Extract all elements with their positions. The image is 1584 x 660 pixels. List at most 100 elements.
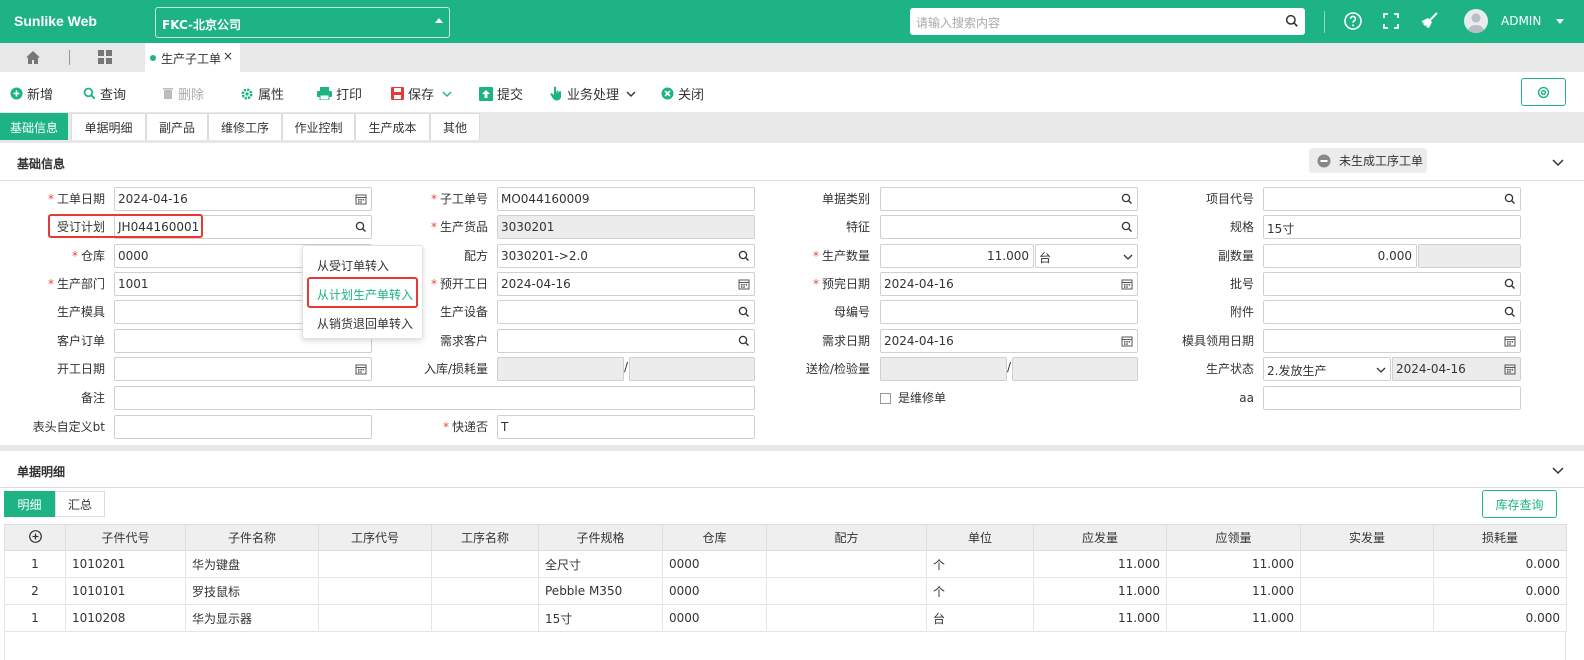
cell-code[interactable]: 1010201	[65, 550, 186, 578]
search-icon[interactable]	[1504, 278, 1516, 290]
cell-formula[interactable]	[766, 577, 927, 605]
demand-customer-field[interactable]	[497, 329, 755, 353]
cell-spec[interactable]: Pebble M350	[538, 577, 663, 605]
cell-op-code[interactable]	[318, 577, 432, 605]
cell-op-code[interactable]	[318, 604, 432, 632]
finish-plan-field[interactable]: 2024-04-16	[880, 272, 1138, 296]
is-repair-checkbox[interactable]	[880, 393, 891, 404]
formula-field[interactable]: 3030201->2.0	[497, 244, 755, 268]
cell-loss[interactable]: 0.000	[1433, 550, 1567, 578]
grid-icon[interactable]	[98, 50, 113, 65]
search-icon[interactable]	[1504, 306, 1516, 318]
order-date-field[interactable]: 2024-04-16	[114, 187, 372, 211]
cell-spec[interactable]: 15寸	[538, 604, 663, 632]
calendar-icon[interactable]	[355, 193, 367, 205]
user-name[interactable]: ADMIN	[1501, 14, 1541, 28]
mold-date-field[interactable]	[1263, 329, 1521, 353]
cell-should-issue[interactable]: 11.000	[1033, 577, 1167, 605]
new-button[interactable]: 新增	[10, 84, 53, 103]
tab-other[interactable]: 其他	[430, 113, 480, 140]
aa-field[interactable]	[1263, 386, 1521, 410]
tab-detail-list[interactable]: 明细	[4, 491, 55, 517]
product-field[interactable]: 3030201	[497, 215, 755, 239]
menu-item-from-return[interactable]: 从销货退回单转入	[317, 315, 413, 332]
cell-actual[interactable]	[1300, 604, 1434, 632]
query-button[interactable]: 查询	[83, 84, 126, 103]
tab-production-suborder[interactable]: 生产子工单 ×	[145, 43, 240, 72]
settings-button[interactable]	[1521, 78, 1566, 106]
doc-category-field[interactable]	[880, 187, 1138, 211]
submit-button[interactable]: 提交	[479, 84, 523, 103]
custom-bt-field[interactable]	[114, 415, 372, 439]
tab-repair-process[interactable]: 维修工序	[208, 113, 282, 140]
equipment-field[interactable]	[497, 300, 755, 324]
calendar-icon[interactable]	[738, 278, 750, 290]
cell-name[interactable]: 华为键盘	[185, 550, 319, 578]
sub-qty-field[interactable]: 0.000	[1263, 244, 1417, 268]
cell-formula[interactable]	[766, 604, 927, 632]
sub-order-no-field[interactable]: MO044160009	[497, 187, 755, 211]
properties-button[interactable]: 属性	[240, 84, 284, 103]
global-search-input[interactable]: 请输入搜索内容	[910, 8, 1305, 35]
fullscreen-icon[interactable]	[1381, 11, 1401, 31]
clean-cache-icon[interactable]	[1418, 11, 1440, 31]
calendar-icon[interactable]	[1121, 278, 1133, 290]
cell-unit[interactable]: 个	[926, 550, 1034, 578]
company-selector[interactable]: FKC-北京公司	[155, 7, 450, 38]
feature-field[interactable]	[880, 215, 1138, 239]
cell-should-issue[interactable]: 11.000	[1033, 550, 1167, 578]
search-icon[interactable]	[1121, 221, 1133, 233]
cell-code[interactable]: 1010208	[65, 604, 186, 632]
cell-loss[interactable]: 0.000	[1433, 604, 1567, 632]
table-row[interactable]: 2 1010101 罗技鼠标 Pebble M350 0000 个 11.000…	[4, 577, 1567, 605]
menu-item-from-order[interactable]: 从受订单转入	[317, 257, 389, 274]
cell-should-get[interactable]: 11.000	[1166, 577, 1301, 605]
stock-query-button[interactable]: 库存查询	[1482, 490, 1557, 518]
table-row[interactable]: 1 1010208 华为显示器 15寸 0000 台 11.000 11.000…	[4, 604, 1567, 632]
tab-production-cost[interactable]: 生产成本	[355, 113, 430, 140]
search-icon[interactable]	[738, 335, 750, 347]
cell-op-name[interactable]	[431, 550, 539, 578]
plus-circle-icon[interactable]	[28, 529, 42, 543]
tab-summary[interactable]: 汇总	[55, 491, 105, 517]
tab-detail[interactable]: 单据明细	[71, 113, 146, 140]
cell-name[interactable]: 华为显示器	[185, 604, 319, 632]
save-button[interactable]: 保存	[391, 84, 452, 103]
cell-wh[interactable]: 0000	[662, 550, 767, 578]
help-icon[interactable]	[1343, 11, 1363, 31]
qty-field[interactable]: 11.000	[880, 244, 1034, 268]
search-icon[interactable]	[738, 250, 750, 262]
express-field[interactable]: T	[497, 415, 755, 439]
print-button[interactable]: 打印	[317, 84, 362, 103]
cell-should-get[interactable]: 11.000	[1166, 550, 1301, 578]
project-code-field[interactable]	[1263, 187, 1521, 211]
cell-formula[interactable]	[766, 550, 927, 578]
remark-field[interactable]	[114, 386, 755, 410]
unit-select[interactable]: 台	[1035, 244, 1138, 268]
chevron-down-icon[interactable]	[1552, 157, 1564, 167]
chevron-down-icon[interactable]	[1552, 465, 1564, 475]
tab-job-control[interactable]: 作业控制	[282, 113, 355, 140]
status-select[interactable]: 2.发放生产	[1263, 357, 1391, 381]
delete-button[interactable]: 删除	[162, 84, 204, 103]
chevron-down-icon[interactable]	[442, 89, 452, 99]
cell-code[interactable]: 1010101	[65, 577, 186, 605]
batch-field[interactable]	[1263, 272, 1521, 296]
search-icon[interactable]	[1504, 193, 1516, 205]
attachment-field[interactable]	[1263, 300, 1521, 324]
cell-wh[interactable]: 0000	[662, 577, 767, 605]
calendar-icon[interactable]	[355, 363, 367, 375]
cell-name[interactable]: 罗技鼠标	[185, 577, 319, 605]
start-date-field[interactable]	[114, 357, 372, 381]
cell-unit[interactable]: 个	[926, 577, 1034, 605]
search-icon[interactable]	[1121, 193, 1133, 205]
demand-date-field[interactable]: 2024-04-16	[880, 329, 1138, 353]
business-button[interactable]: 业务处理	[550, 84, 636, 103]
cell-unit[interactable]: 台	[926, 604, 1034, 632]
home-icon[interactable]	[25, 50, 41, 65]
chevron-down-icon[interactable]	[626, 89, 636, 99]
spec-field[interactable]: 15寸	[1263, 215, 1521, 239]
cell-op-code[interactable]	[318, 550, 432, 578]
tab-by-product[interactable]: 副产品	[146, 113, 208, 140]
tab-basic-info[interactable]: 基础信息	[0, 113, 68, 140]
